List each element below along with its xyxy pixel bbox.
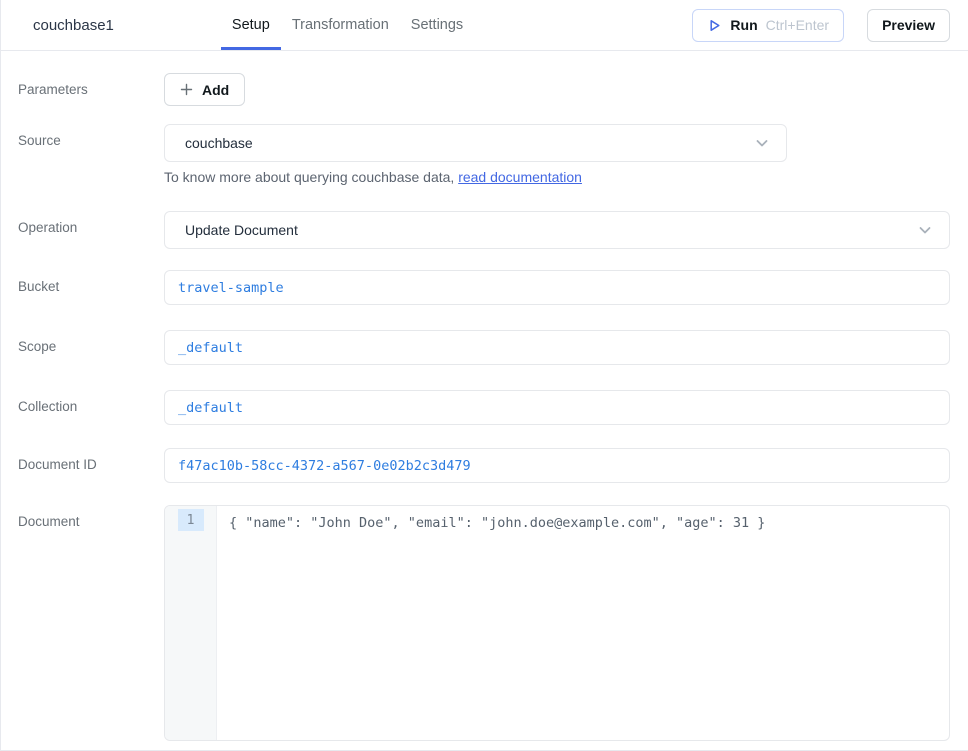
operation-select[interactable]: Update Document <box>164 211 950 249</box>
document-label: Document <box>1 505 164 529</box>
collection-label: Collection <box>1 390 164 414</box>
document-id-input[interactable] <box>164 448 950 483</box>
tab-setup[interactable]: Setup <box>221 0 281 50</box>
scope-label: Scope <box>1 330 164 354</box>
tab-transformation-label: Transformation <box>292 17 389 33</box>
editor-gutter: 1 <box>165 506 217 740</box>
header-actions: Run Ctrl+Enter Preview <box>692 9 950 42</box>
document-code-area[interactable]: { "name": "John Doe", "email": "john.doe… <box>217 506 949 740</box>
tab-settings-label: Settings <box>411 17 463 33</box>
parameters-label: Parameters <box>1 73 164 97</box>
plus-icon <box>180 83 193 96</box>
bucket-label: Bucket <box>1 270 164 294</box>
tab-setup-label: Setup <box>232 17 270 33</box>
play-icon <box>707 18 722 33</box>
operation-row: Operation Update Document <box>1 211 950 249</box>
parameters-row: Parameters Add <box>1 73 950 106</box>
query-setup-form: Parameters Add Source couchbase <box>1 51 968 741</box>
document-code-editor: 1 { "name": "John Doe", "email": "john.d… <box>164 505 950 741</box>
source-select[interactable]: couchbase <box>164 124 787 162</box>
operation-label: Operation <box>1 211 164 235</box>
chevron-down-icon <box>754 135 770 151</box>
chevron-down-icon <box>917 222 933 238</box>
document-id-row: Document ID <box>1 448 950 483</box>
query-editor-header: couchbase1 Setup Transformation Settings… <box>1 0 968 51</box>
run-button[interactable]: Run Ctrl+Enter <box>692 9 844 42</box>
tab-settings[interactable]: Settings <box>400 0 474 50</box>
query-name: couchbase1 <box>33 17 114 34</box>
source-row: Source couchbase To know more about quer… <box>1 124 950 185</box>
run-shortcut-hint: Ctrl+Enter <box>766 17 829 33</box>
run-button-label: Run <box>730 17 757 33</box>
source-helper-prefix: To know more about querying couchbase da… <box>164 169 458 185</box>
tab-transformation[interactable]: Transformation <box>281 0 400 50</box>
add-parameter-label: Add <box>202 82 229 98</box>
preview-button-label: Preview <box>882 17 935 33</box>
add-parameter-button[interactable]: Add <box>164 73 245 106</box>
editor-line-number: 1 <box>178 509 204 531</box>
collection-row: Collection <box>1 390 950 425</box>
bucket-row: Bucket <box>1 270 950 305</box>
source-helper-text: To know more about querying couchbase da… <box>164 169 950 185</box>
scope-row: Scope <box>1 330 950 365</box>
tab-bar: Setup Transformation Settings <box>221 0 474 50</box>
document-id-label: Document ID <box>1 448 164 472</box>
source-label: Source <box>1 124 164 148</box>
read-documentation-link[interactable]: read documentation <box>458 169 582 185</box>
query-editor-panel: couchbase1 Setup Transformation Settings… <box>0 0 968 751</box>
document-row: Document 1 { "name": "John Doe", "email"… <box>1 505 950 741</box>
scope-input[interactable] <box>164 330 950 365</box>
bucket-input[interactable] <box>164 270 950 305</box>
preview-button[interactable]: Preview <box>867 9 950 42</box>
source-select-value: couchbase <box>185 135 253 151</box>
operation-select-value: Update Document <box>185 222 298 238</box>
collection-input[interactable] <box>164 390 950 425</box>
